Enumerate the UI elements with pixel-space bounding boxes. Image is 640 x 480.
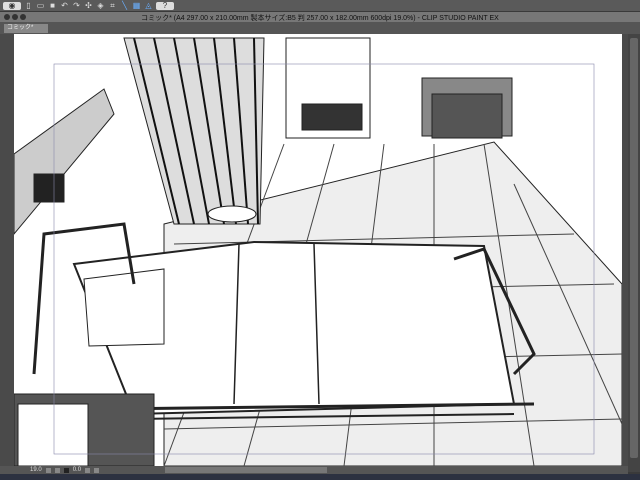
vertical-scroll-thumb[interactable]: [630, 38, 638, 458]
canvas-page[interactable]: [13, 34, 623, 466]
tab-bar: コミック*: [0, 23, 640, 34]
fit-icon[interactable]: [63, 467, 69, 473]
app-menu-icon[interactable]: ◉: [3, 1, 21, 10]
zoom-out-icon[interactable]: [54, 467, 60, 473]
manga-artwork: [13, 37, 623, 466]
desktop-strip: [0, 474, 640, 480]
navigator-status-bar: 19.0 0.0: [0, 466, 628, 474]
zoom-value[interactable]: 19.0: [30, 467, 42, 473]
select-icon[interactable]: ⌗: [108, 1, 117, 10]
rotation-value[interactable]: 0.0: [73, 467, 81, 473]
help-icon[interactable]: ?: [156, 1, 174, 10]
rotate-right-icon[interactable]: [94, 467, 100, 473]
transform-icon[interactable]: ✣: [84, 1, 93, 10]
command-bar: ◉ ▯ ▭ ■ ↶ ↷ ✣ ◈ ⌗ ╲ ▦ ◬ ?: [0, 0, 640, 11]
document-title-bar: コミック* (A4 297.00 x 210.00mm 製本サイズ:B5 判 2…: [0, 12, 640, 23]
fill-icon[interactable]: ◈: [96, 1, 105, 10]
snap-perspective-icon[interactable]: ◬: [144, 1, 153, 10]
open-icon[interactable]: ▭: [36, 1, 45, 10]
horizontal-scroll-thumb[interactable]: [165, 467, 327, 473]
zoom-in-icon[interactable]: [45, 467, 51, 473]
canvas-area[interactable]: [0, 34, 628, 466]
window-title: コミック* (A4 297.00 x 210.00mm 製本サイズ:B5 判 2…: [141, 15, 499, 22]
new-icon[interactable]: ▯: [24, 1, 33, 10]
snap-ruler-icon[interactable]: ╲: [120, 1, 129, 10]
snap-grid-icon[interactable]: ▦: [132, 1, 141, 10]
save-icon[interactable]: ■: [48, 1, 57, 10]
tab-comic[interactable]: コミック*: [4, 24, 48, 33]
vertical-scrollbar[interactable]: [628, 34, 640, 472]
undo-icon[interactable]: ↶: [60, 1, 69, 10]
rotate-left-icon[interactable]: [85, 467, 91, 473]
redo-icon[interactable]: ↷: [72, 1, 81, 10]
